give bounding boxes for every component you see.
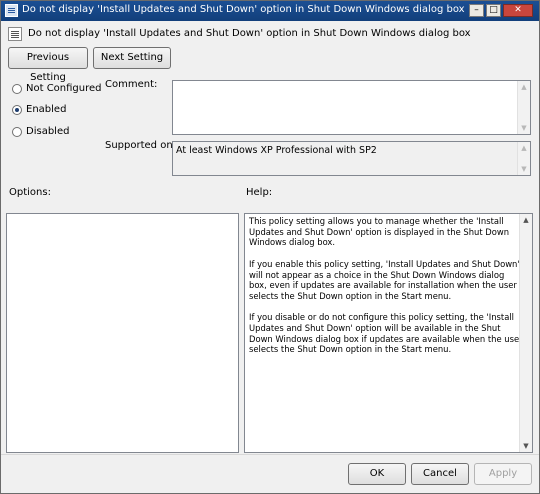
cancel-button[interactable]: Cancel — [411, 463, 469, 485]
comment-scrollbar[interactable]: ▲ ▼ — [517, 81, 530, 134]
footer-divider — [1, 454, 539, 455]
comment-label: Comment: — [105, 79, 158, 90]
policy-dialog-window: Do not display 'Install Updates and Shut… — [0, 0, 540, 494]
radio-disabled-label: Disabled — [26, 126, 70, 137]
help-text: This policy setting allows you to manage… — [249, 216, 524, 366]
scroll-down-icon[interactable]: ▼ — [518, 163, 530, 175]
radio-enabled-label: Enabled — [26, 104, 67, 115]
scroll-up-icon[interactable]: ▲ — [518, 142, 530, 154]
radio-disabled[interactable]: Disabled — [12, 126, 102, 140]
scroll-up-icon[interactable]: ▲ — [518, 81, 530, 93]
help-scrollbar[interactable]: ▲ ▼ — [519, 214, 532, 452]
scroll-down-icon[interactable]: ▼ — [520, 440, 532, 452]
maximize-button[interactable]: □ — [486, 4, 501, 17]
radio-enabled[interactable]: Enabled — [12, 104, 102, 118]
apply-button[interactable]: Apply — [474, 463, 532, 485]
help-label: Help: — [246, 187, 273, 198]
supported-on-label: Supported on: — [105, 140, 177, 151]
policy-setting-icon — [8, 27, 22, 41]
supported-on-field: At least Windows XP Professional with SP… — [172, 141, 531, 176]
radio-not-configured-dot[interactable] — [12, 84, 22, 94]
close-button[interactable]: ✕ — [503, 4, 533, 17]
window-title: Do not display 'Install Updates and Shut… — [22, 4, 465, 15]
radio-not-configured[interactable]: Not Configured — [12, 83, 102, 97]
scroll-up-icon[interactable]: ▲ — [520, 214, 532, 226]
radio-disabled-dot[interactable] — [12, 127, 22, 137]
scroll-down-icon[interactable]: ▼ — [518, 122, 530, 134]
supported-scrollbar[interactable]: ▲ ▼ — [517, 142, 530, 175]
next-setting-button[interactable]: Next Setting — [93, 47, 171, 69]
minimize-button[interactable]: – — [469, 4, 484, 17]
options-pane[interactable] — [6, 213, 239, 453]
help-paragraph: This policy setting allows you to manage… — [249, 216, 510, 248]
previous-setting-button[interactable]: Previous Setting — [8, 47, 88, 83]
title-bar[interactable]: Do not display 'Install Updates and Shut… — [1, 1, 539, 21]
supported-on-value: At least Windows XP Professional with SP… — [176, 145, 377, 156]
setting-header: Do not display 'Install Updates and Shut… — [28, 28, 471, 39]
radio-not-configured-label: Not Configured — [26, 83, 102, 94]
help-paragraph: If you enable this policy setting, 'Inst… — [249, 258, 520, 301]
help-pane[interactable]: This policy setting allows you to manage… — [244, 213, 533, 453]
help-paragraph: If you disable or do not configure this … — [249, 312, 523, 355]
ok-button[interactable]: OK — [348, 463, 406, 485]
options-label: Options: — [9, 187, 51, 198]
radio-enabled-dot[interactable] — [12, 105, 22, 115]
policy-window-icon — [5, 4, 18, 17]
comment-textarea[interactable]: ▲ ▼ — [172, 80, 531, 135]
